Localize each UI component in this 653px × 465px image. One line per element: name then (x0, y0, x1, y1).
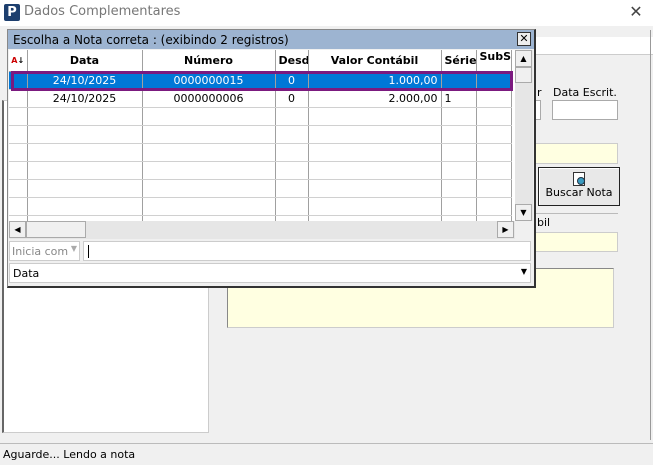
cell-data: 24/10/2025 (27, 71, 143, 90)
cell-desd: 0 (275, 71, 309, 90)
chevron-down-icon: ▼ (520, 267, 527, 276)
scroll-thumb[interactable] (515, 67, 532, 83)
empty-row (9, 125, 512, 144)
empty-row (9, 197, 512, 216)
scroll-left-icon[interactable]: ◀ (9, 221, 26, 238)
table-row[interactable]: 24/10/2025 0000000015 0 1.000,00 (9, 71, 512, 90)
status-bar: Aguarde... Lendo a nota (0, 443, 653, 465)
col-header-desd[interactable]: Desd (275, 50, 309, 72)
sort-az-icon[interactable]: A↓ (9, 50, 28, 72)
col-header-numero[interactable]: Número (142, 50, 276, 72)
cell-valor: 2.000,00 (308, 89, 442, 108)
cell-subs (476, 89, 512, 108)
cell-valor: 1.000,00 (308, 71, 442, 90)
buscar-nota-label: Buscar Nota (545, 186, 613, 199)
cell-desd: 0 (275, 89, 309, 108)
horizontal-scrollbar[interactable]: ◀ ▶ (9, 221, 515, 239)
window-close-button[interactable]: ✕ (626, 2, 646, 22)
filter-mode-select[interactable]: Inicia com ▼ (9, 241, 80, 261)
right-edge (650, 30, 651, 440)
filter-field-select[interactable]: Data ▼ (9, 263, 531, 283)
data-escrit-input[interactable] (552, 100, 618, 120)
empty-row (9, 143, 512, 162)
chevron-down-icon: ▼ (70, 244, 77, 253)
cell-numero: 0000000015 (142, 71, 276, 90)
notes-grid: A↓ Data Número Desd Valor Contábil Série… (9, 50, 515, 221)
divider (533, 213, 618, 214)
empty-row (9, 179, 512, 198)
choose-note-popup: Escolha a Nota correta : (exibindo 2 reg… (7, 29, 536, 288)
filter-field-value: Data (13, 267, 40, 280)
scroll-right-icon[interactable]: ▶ (497, 221, 514, 238)
window-title: Dados Complementares (24, 4, 181, 19)
vertical-scrollbar[interactable]: ▲ ▼ (515, 50, 533, 221)
hscroll-thumb[interactable] (26, 221, 86, 238)
partial-label: r (537, 86, 542, 99)
yellow-field-1[interactable] (533, 143, 618, 164)
scroll-down-icon[interactable]: ▼ (515, 204, 532, 221)
col-header-valor[interactable]: Valor Contábil (308, 50, 442, 72)
partial-label-bil: bil (537, 216, 551, 229)
text-cursor (88, 245, 89, 258)
filter-mode-value: Inicia com (12, 245, 69, 258)
cell-subs (476, 71, 512, 90)
filter-input[interactable] (83, 241, 531, 261)
cell-serie (441, 71, 477, 90)
cell-data: 24/10/2025 (27, 89, 143, 108)
empty-row (9, 107, 512, 126)
empty-row (9, 161, 512, 180)
table-row[interactable]: 24/10/2025 0000000006 0 2.000,00 1 (9, 89, 512, 108)
app-logo-icon: P (4, 4, 20, 21)
col-header-serie[interactable]: Série (441, 50, 477, 72)
cell-serie: 1 (441, 89, 477, 108)
col-header-subs[interactable]: SubS (476, 50, 512, 72)
tab-strip (535, 37, 653, 55)
cell-numero: 0000000006 (142, 89, 276, 108)
popup-title: Escolha a Nota correta : (exibindo 2 reg… (8, 30, 534, 49)
scroll-up-icon[interactable]: ▲ (515, 50, 532, 67)
document-search-icon (573, 172, 585, 186)
col-header-data[interactable]: Data (27, 50, 143, 72)
buscar-nota-button[interactable]: Buscar Nota (538, 167, 620, 206)
popup-close-button[interactable]: ✕ (517, 32, 531, 46)
data-escrit-label: Data Escrit. (553, 86, 617, 99)
yellow-field-2[interactable] (533, 232, 618, 252)
